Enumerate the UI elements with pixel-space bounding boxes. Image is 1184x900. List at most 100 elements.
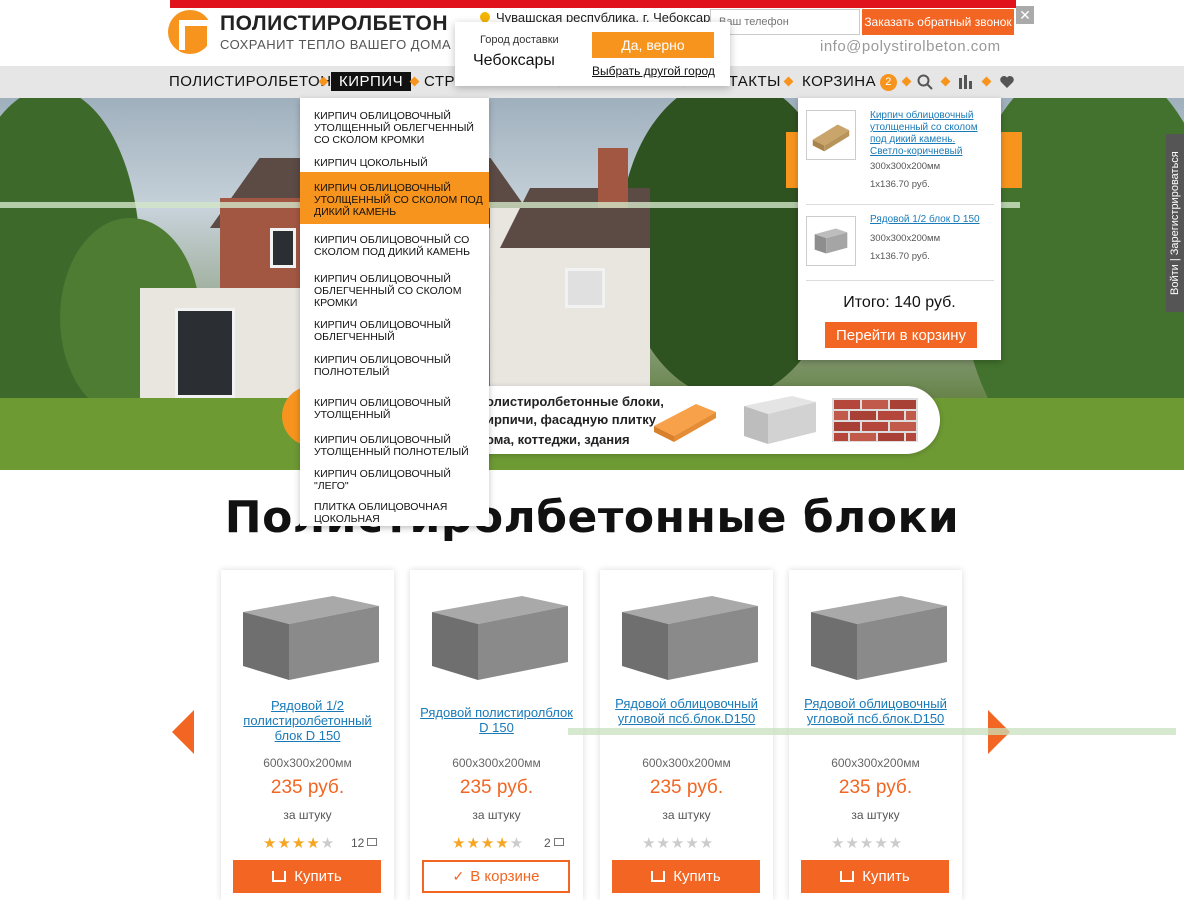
comment-icon <box>553 838 564 846</box>
product-name-link[interactable]: Рядовой облицовочный угловой псб.блок.D1… <box>608 696 765 726</box>
in-cart-button-label: В корзине <box>470 868 540 885</box>
nav-separator <box>783 76 794 87</box>
search-icon[interactable] <box>917 74 933 90</box>
buy-button[interactable]: Купить <box>801 860 949 893</box>
nav-item-cart[interactable]: КОРЗИНА 2 <box>802 73 898 91</box>
dropdown-item[interactable]: Кирпич облицовочный утолщенный облегченн… <box>314 110 486 146</box>
product-unit: за штуку <box>283 808 332 822</box>
product-price: 235 руб. <box>270 777 345 798</box>
hero-window <box>565 268 605 308</box>
product-name-link[interactable]: Рядовой 1/2 полистиролбетонный блок D 15… <box>229 698 386 743</box>
nav-cart-label: КОРЗИНА <box>802 73 877 90</box>
page: ПОЛИСТИРОЛБЕТОН СОХРАНИТ ТЕПЛО ВАШЕГО ДО… <box>0 0 1184 900</box>
dropdown-item[interactable]: Плитка облицовочная цокольная <box>314 501 486 525</box>
product-name-link[interactable]: Рядовой облицовочный угловой псб.блок.D1… <box>797 696 954 726</box>
product-price: 235 руб. <box>459 777 534 798</box>
cart-item-thumbnail[interactable] <box>806 216 856 266</box>
cart-total: Итого: 140 руб. <box>843 294 956 311</box>
dropdown-item[interactable]: Кирпич облицовочный облегченный со сколо… <box>314 273 486 309</box>
review-count[interactable]: 2 <box>544 836 564 850</box>
product-size: 600x300x200мм <box>263 756 352 770</box>
buy-button[interactable]: Купить <box>233 860 381 893</box>
nav-item-brick[interactable]: КИРПИЧ <box>331 72 412 91</box>
city-confirm-button[interactable]: Да, верно <box>592 32 714 58</box>
phone-input[interactable] <box>710 9 860 35</box>
city-popup-label: Город доставки <box>480 34 559 46</box>
cart-icon <box>651 871 666 882</box>
dropdown-item[interactable]: Кирпич облицовочный со сколом под дикий … <box>314 234 486 258</box>
rating-stars[interactable]: ★★★★★ <box>263 834 335 852</box>
hero-window <box>270 228 296 268</box>
login-register-tab[interactable]: Войти | Зарегистрироваться <box>1166 134 1184 312</box>
dropdown-item[interactable]: Кирпич облицовочный полнотелый <box>314 354 486 378</box>
cart-item-thumbnail[interactable] <box>806 110 856 160</box>
cart-item-size: 300x300x200мм <box>870 233 941 244</box>
nav-item-polystyrene[interactable]: ПОЛИСТИРОЛБЕТОН <box>169 73 332 90</box>
cart-item-link[interactable]: Рядовой 1/2 блок D 150 <box>870 214 990 226</box>
promo-line: ирпичи, фасадную плитку <box>486 412 657 427</box>
brick-thumb-icon <box>812 124 850 152</box>
nav-separator <box>940 76 951 87</box>
rating-stars[interactable]: ★★★★★ <box>831 834 903 852</box>
go-to-cart-button[interactable]: Перейти в корзину <box>825 322 977 348</box>
section-title: Полистиролбетонные блоки <box>224 492 960 543</box>
product-size: 600x300x200мм <box>831 756 920 770</box>
product-unit: за штуку <box>662 808 711 822</box>
product-image[interactable] <box>233 584 383 684</box>
nav-separator <box>901 76 912 87</box>
compare-icon[interactable] <box>958 74 974 90</box>
comment-icon <box>367 838 378 846</box>
cart-divider <box>806 280 994 281</box>
promo-line: олистиролбетонные блоки, <box>486 394 664 409</box>
product-price: 235 руб. <box>838 777 913 798</box>
logo-text: ПОЛИСТИРОЛБЕТОН СОХРАНИТ ТЕПЛО ВАШЕГО ДО… <box>220 13 451 51</box>
logo-subtitle: СОХРАНИТ ТЕПЛО ВАШЕГО ДОМА <box>220 37 452 52</box>
nav-separator <box>981 76 992 87</box>
product-card: Рядовой облицовочный угловой псб.блок.D1… <box>789 570 962 900</box>
buy-button-label: Купить <box>294 868 342 885</box>
cart-item-link[interactable]: Кирпич облицовочный утолщенный со сколом… <box>870 110 990 158</box>
logo[interactable]: ПОЛИСТИРОЛБЕТОН СОХРАНИТ ТЕПЛО ВАШЕГО ДО… <box>168 10 451 54</box>
review-count-value: 2 <box>544 836 551 850</box>
review-count-value: 12 <box>351 836 365 850</box>
block-thumb-icon <box>814 228 848 254</box>
cart-icon <box>840 871 855 882</box>
product-size: 600x300x200мм <box>452 756 541 770</box>
logo-title: ПОЛИСТИРОЛБЕТОН <box>220 12 448 35</box>
check-icon: ✓ <box>452 868 465 884</box>
product-size: 600x300x200мм <box>642 756 731 770</box>
in-cart-button[interactable]: ✓ В корзине <box>422 860 570 893</box>
callback-button[interactable]: Заказать обратный звонок <box>862 9 1014 35</box>
review-count[interactable]: 12 <box>351 836 378 850</box>
cart-item-qty-price: 1x136.70 руб. <box>870 179 930 190</box>
cart-count-badge: 2 <box>880 74 898 91</box>
city-popup: Город доставки Чебоксары Да, верно Выбра… <box>455 22 730 86</box>
buy-button[interactable]: Купить <box>612 860 760 893</box>
dropdown-item[interactable]: Кирпич цокольный <box>314 157 486 169</box>
dropdown-item[interactable]: Кирпич облицовочный утолщенный <box>314 397 486 421</box>
dropdown-item[interactable]: Кирпич облицовочный "лего" <box>314 468 486 492</box>
rating-stars[interactable]: ★★★★★ <box>452 834 524 852</box>
dropdown-item[interactable]: Кирпич облицовочный утолщенный полнотелы… <box>314 434 486 458</box>
promo-line: ома, коттеджи, здания <box>486 432 630 447</box>
glitch-stripe <box>568 728 1176 735</box>
product-price: 235 руб. <box>649 777 724 798</box>
cart-popup: Кирпич облицовочный утолщенный со сколом… <box>798 98 1001 360</box>
product-image[interactable] <box>801 584 951 684</box>
facade-tile-icon <box>832 398 918 442</box>
logo-icon <box>168 10 213 54</box>
product-image[interactable] <box>612 584 762 684</box>
close-icon[interactable]: ✕ <box>1016 6 1034 24</box>
rating-stars[interactable]: ★★★★★ <box>642 834 714 852</box>
carousel-prev-arrow[interactable] <box>172 710 194 754</box>
city-other-link[interactable]: Выбрать другой город <box>592 64 715 78</box>
block-icon <box>744 396 816 444</box>
email-link[interactable]: info@polystirolbeton.com <box>820 38 1001 55</box>
hero-window <box>175 308 235 398</box>
heart-icon[interactable] <box>999 74 1015 90</box>
dropdown-item-active[interactable]: Кирпич облицовочный утолщенный со сколом… <box>314 182 486 218</box>
product-name-link[interactable]: Рядовой полистиролблок D 150 <box>418 705 575 735</box>
product-image[interactable] <box>422 584 572 684</box>
cart-icon <box>272 871 287 882</box>
dropdown-item[interactable]: Кирпич облицовочный облегченный <box>314 319 486 343</box>
